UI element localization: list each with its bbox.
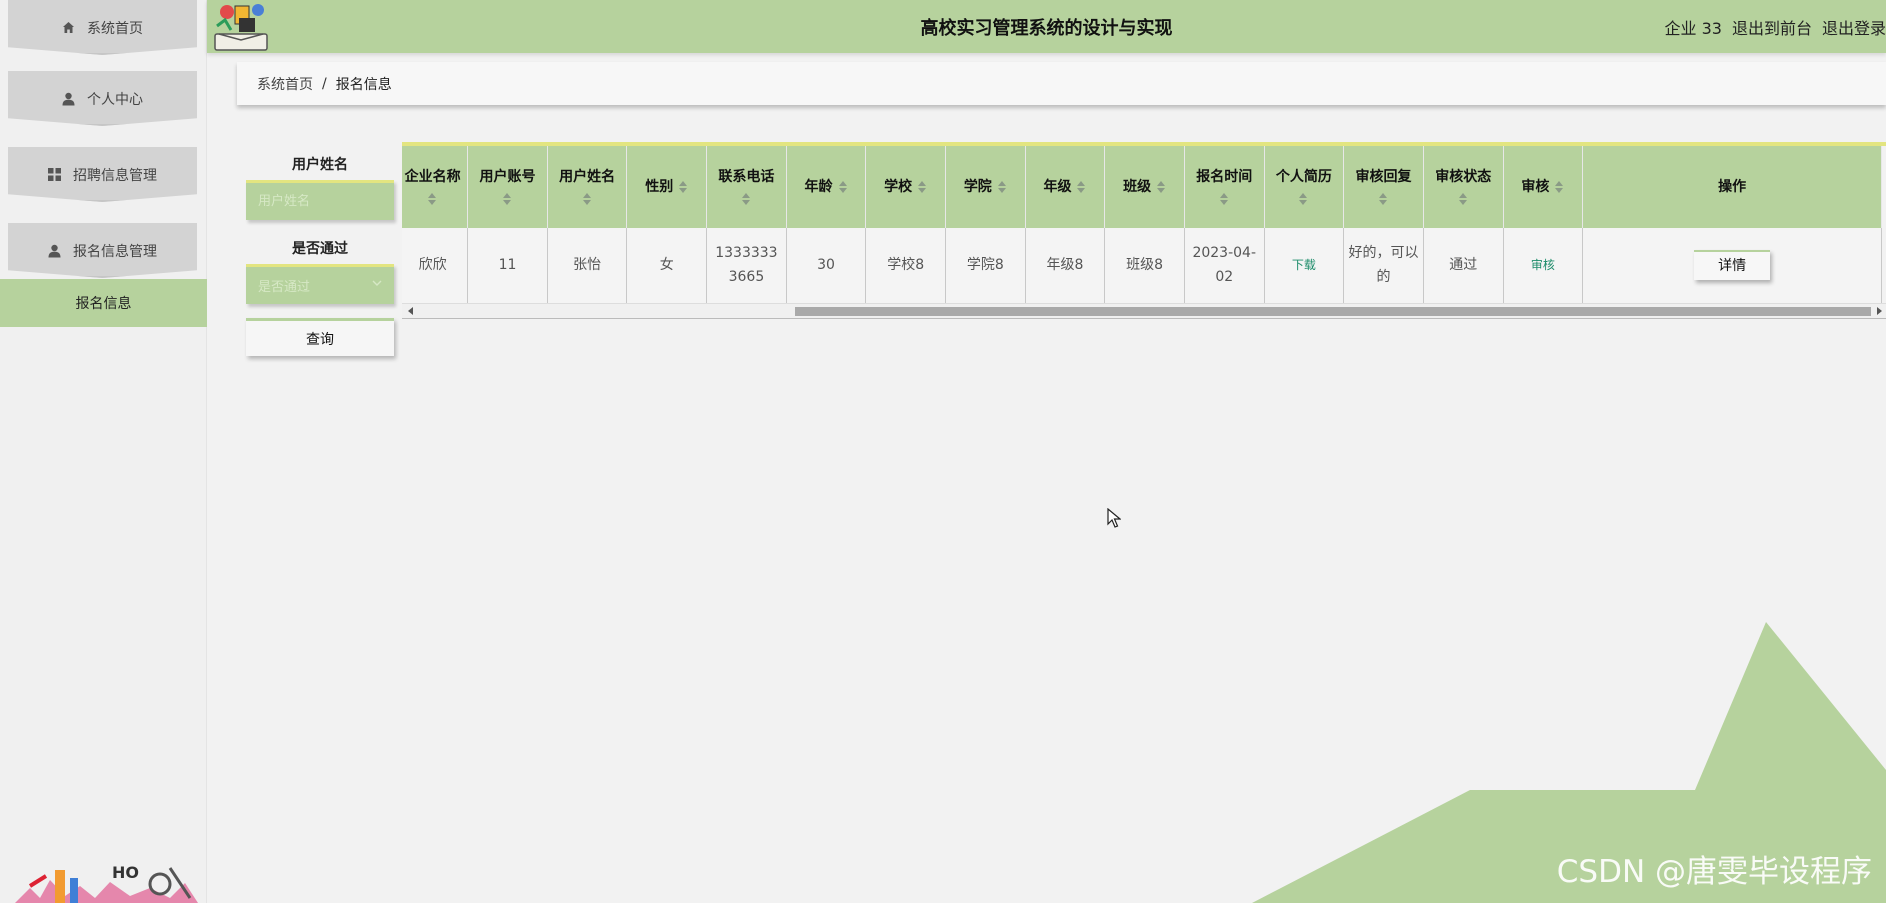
cell-date: 2023-04-02: [1184, 228, 1265, 304]
column-header[interactable]: 班级: [1104, 146, 1185, 228]
registration-table: 企业名称 用户账号 用户姓名 性别 联系电话 年龄 学校 学院 年级 班级 报名…: [402, 142, 1886, 319]
grid-icon: [48, 168, 61, 181]
logout-link[interactable]: 退出登录: [1822, 15, 1886, 39]
cell-age: 30: [786, 228, 867, 304]
column-header[interactable]: 年龄: [786, 146, 867, 228]
sidebar-item-profile[interactable]: 个人中心: [8, 71, 197, 126]
column-header-actions: 操作: [1582, 146, 1882, 228]
search-panel: 用户姓名 是否通过 是否通过 查询: [246, 150, 394, 356]
resume-download-link[interactable]: 下载: [1264, 228, 1345, 304]
column-header[interactable]: 用户姓名: [547, 146, 628, 228]
mouse-cursor-icon: [1107, 508, 1121, 528]
cell-gender: 女: [626, 228, 708, 304]
cell-grade: 年级8: [1025, 228, 1106, 304]
page-title: 高校实习管理系统的设计与实现: [920, 18, 1173, 39]
horizontal-scrollbar[interactable]: [402, 303, 1886, 319]
cell-class: 班级8: [1104, 228, 1185, 304]
column-header[interactable]: 审核状态: [1423, 146, 1504, 228]
sidebar-item-label: 报名信息管理: [73, 243, 157, 260]
breadcrumb-current: 报名信息: [335, 76, 392, 93]
breadcrumb-separator: /: [322, 75, 327, 92]
sort-icon[interactable]: [1157, 180, 1166, 194]
table-row: 欣欣 11 张怡 女 13333333665 30 学校8 学院8 年级8 班级…: [402, 228, 1882, 304]
scrollbar-thumb[interactable]: [795, 307, 1871, 316]
user-icon: [62, 92, 75, 106]
name-filter-input[interactable]: [258, 194, 394, 209]
sidebar-subitem-label: 报名信息: [75, 296, 132, 312]
cell-status: 通过: [1423, 228, 1504, 304]
sidebar-item-home[interactable]: 系统首页: [8, 0, 197, 55]
sort-icon[interactable]: [838, 180, 848, 194]
column-header[interactable]: 学院: [945, 146, 1026, 228]
column-header[interactable]: 审核: [1503, 146, 1584, 228]
sort-icon[interactable]: [1555, 180, 1564, 194]
svg-text:HO: HO: [112, 863, 139, 882]
sidebar-item-label: 系统首页: [87, 20, 143, 37]
watermark: CSDN @唐雯毕设程序: [1556, 854, 1872, 890]
cell-name: 张怡: [547, 228, 628, 304]
column-header[interactable]: 用户账号: [467, 146, 548, 228]
column-header[interactable]: 联系电话: [706, 146, 787, 228]
sort-icon[interactable]: [679, 180, 688, 194]
column-header[interactable]: 审核回复: [1343, 146, 1424, 228]
exit-front-link[interactable]: 退出到前台: [1732, 15, 1812, 39]
sort-icon[interactable]: [918, 180, 927, 194]
sort-icon[interactable]: [1379, 192, 1388, 206]
sort-icon[interactable]: [1458, 192, 1468, 206]
breadcrumb-home-link[interactable]: 系统首页: [257, 74, 313, 94]
sort-icon[interactable]: [997, 180, 1007, 194]
review-link[interactable]: 审核: [1503, 228, 1584, 304]
sidebar-item-recruitment[interactable]: 招聘信息管理: [8, 147, 197, 202]
sort-icon[interactable]: [1299, 192, 1308, 206]
column-header[interactable]: 个人简历: [1264, 146, 1345, 228]
sidebar: 系统首页 个人中心 招聘信息管理 报名信息管理 报名信息 HO: [0, 0, 207, 903]
column-header[interactable]: 企业名称: [402, 146, 469, 228]
name-filter-field: [246, 180, 394, 220]
sort-icon[interactable]: [428, 192, 437, 206]
sidebar-item-registration[interactable]: 报名信息管理: [8, 223, 197, 278]
user-icon: [48, 244, 61, 258]
cell-account: 11: [467, 228, 548, 304]
table-header-row: 企业名称 用户账号 用户姓名 性别 联系电话 年龄 学校 学院 年级 班级 报名…: [402, 146, 1882, 228]
sidebar-subitem-registration-info[interactable]: 报名信息: [0, 279, 207, 327]
home-icon: [62, 21, 75, 34]
sort-icon[interactable]: [1219, 192, 1229, 206]
chevron-down-icon: [372, 277, 382, 291]
pass-filter-label: 是否通过: [292, 241, 348, 257]
cell-phone: 13333333665: [706, 228, 787, 304]
user-area: 企业 33 退出到前台 退出登录: [1665, 15, 1886, 39]
sort-icon[interactable]: [503, 192, 512, 206]
sort-icon[interactable]: [582, 192, 592, 206]
sort-icon[interactable]: [741, 192, 751, 206]
sidebar-item-label: 招聘信息管理: [73, 167, 157, 184]
company-name: 企业 33: [1664, 19, 1722, 38]
query-button[interactable]: 查询: [246, 318, 394, 356]
pass-filter-select[interactable]: 是否通过: [246, 264, 394, 304]
cell-college: 学院8: [945, 228, 1026, 304]
pass-filter-placeholder: 是否通过: [258, 280, 311, 295]
column-header[interactable]: 学校: [865, 146, 946, 228]
cell-reply: 好的，可以的: [1343, 228, 1424, 304]
column-header[interactable]: 年级: [1025, 146, 1106, 228]
breadcrumb: 系统首页 / 报名信息: [237, 62, 1886, 105]
column-header[interactable]: 性别: [626, 146, 708, 228]
decorative-illustration: HO: [15, 863, 198, 903]
cell-company: 欣欣: [402, 228, 469, 304]
detail-button[interactable]: 详情: [1694, 250, 1771, 281]
sort-icon[interactable]: [1077, 180, 1086, 194]
top-header: 高校实习管理系统的设计与实现 企业 33 退出到前台 退出登录: [207, 0, 1886, 53]
cell-actions: 详情: [1582, 228, 1882, 304]
sidebar-item-label: 个人中心: [87, 91, 143, 108]
scroll-right-icon[interactable]: [1877, 307, 1882, 315]
name-filter-label: 用户姓名: [292, 157, 348, 173]
scroll-left-icon[interactable]: [408, 307, 413, 315]
cell-school: 学校8: [865, 228, 946, 304]
column-header[interactable]: 报名时间: [1184, 146, 1265, 228]
